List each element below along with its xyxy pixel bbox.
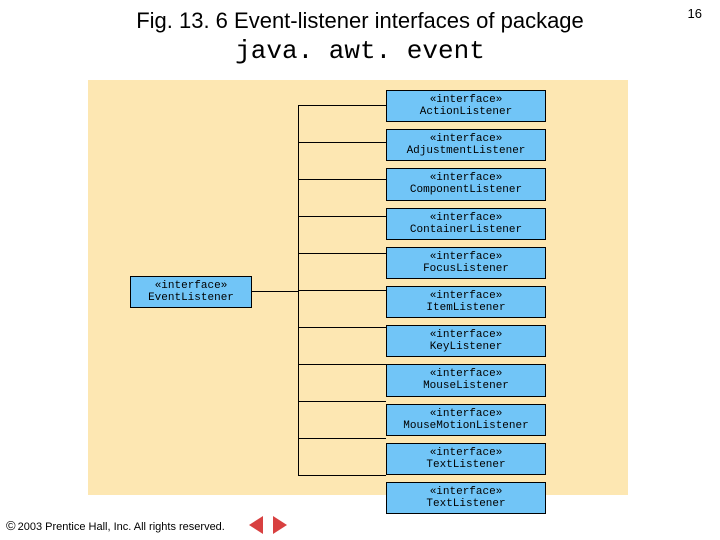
uml-name: KeyListener: [391, 341, 541, 353]
uml-interface-componentlistener: «interface»ComponentListener: [386, 168, 546, 200]
uml-name: TextListener: [391, 498, 541, 510]
uml-stereotype: «interface»: [391, 408, 541, 420]
uml-interface-actionlistener: «interface»ActionListener: [386, 90, 546, 122]
uml-stereotype: «interface»: [391, 133, 541, 145]
uml-name: FocusListener: [391, 263, 541, 275]
connector-branch: [298, 216, 386, 217]
footer: ©2003 Prentice Hall, Inc. All rights res…: [6, 516, 287, 534]
uml-stereotype: «interface»: [391, 251, 541, 263]
uml-stereotype: «interface»: [391, 94, 541, 106]
caption-line-2: java. awt. event: [60, 36, 660, 66]
uml-interface-textlistener: «interface»TextListener: [386, 482, 546, 514]
uml-diagram-panel: «interface» EventListener «interface»Act…: [88, 80, 628, 495]
uml-name: ComponentListener: [391, 184, 541, 196]
caption-line-1: Fig. 13. 6 Event-listener interfaces of …: [60, 8, 660, 34]
uml-interface-mouselistener: «interface»MouseListener: [386, 364, 546, 396]
connector-branch: [298, 105, 386, 106]
uml-name: TextListener: [391, 459, 541, 471]
connector-branch: [298, 179, 386, 180]
uml-interface-adjustmentlistener: «interface»AdjustmentListener: [386, 129, 546, 161]
connector-branch: [298, 475, 386, 476]
uml-stereotype: «interface»: [135, 280, 247, 292]
slide-nav: [249, 516, 287, 534]
uml-stereotype: «interface»: [391, 212, 541, 224]
uml-name: MouseListener: [391, 380, 541, 392]
page-number: 16: [688, 6, 702, 21]
uml-stereotype: «interface»: [391, 447, 541, 459]
connector-trunk: [252, 291, 298, 292]
uml-stereotype: «interface»: [391, 172, 541, 184]
uml-name: ActionListener: [391, 106, 541, 118]
uml-interface-mousemotionlistener: «interface»MouseMotionListener: [386, 404, 546, 436]
uml-stereotype: «interface»: [391, 329, 541, 341]
connector-vertical: [298, 105, 299, 475]
uml-name: ContainerListener: [391, 224, 541, 236]
uml-stereotype: «interface»: [391, 486, 541, 498]
uml-interface-eventlistener: «interface» EventListener: [130, 276, 252, 308]
connector-branch: [298, 142, 386, 143]
uml-name: EventListener: [135, 292, 247, 304]
connector-branch: [298, 364, 386, 365]
connector-branch: [298, 253, 386, 254]
connector-branch: [298, 290, 386, 291]
uml-stereotype: «interface»: [391, 290, 541, 302]
uml-interface-textlistener: «interface»TextListener: [386, 443, 546, 475]
copyright-text: ©2003 Prentice Hall, Inc. All rights res…: [6, 518, 225, 533]
connector-branch: [298, 401, 386, 402]
uml-name: MouseMotionListener: [391, 420, 541, 432]
connector-branch: [298, 327, 386, 328]
uml-interface-containerlistener: «interface»ContainerListener: [386, 208, 546, 240]
figure-caption: Fig. 13. 6 Event-listener interfaces of …: [0, 0, 720, 72]
uml-interface-itemlistener: «interface»ItemListener: [386, 286, 546, 318]
connector-branch: [298, 438, 386, 439]
uml-interface-focuslistener: «interface»FocusListener: [386, 247, 546, 279]
uml-interface-keylistener: «interface»KeyListener: [386, 325, 546, 357]
uml-name: ItemListener: [391, 302, 541, 314]
uml-name: AdjustmentListener: [391, 145, 541, 157]
uml-stereotype: «interface»: [391, 368, 541, 380]
next-slide-icon[interactable]: [273, 516, 287, 534]
copyright-symbol: ©: [6, 518, 16, 533]
prev-slide-icon[interactable]: [249, 516, 263, 534]
